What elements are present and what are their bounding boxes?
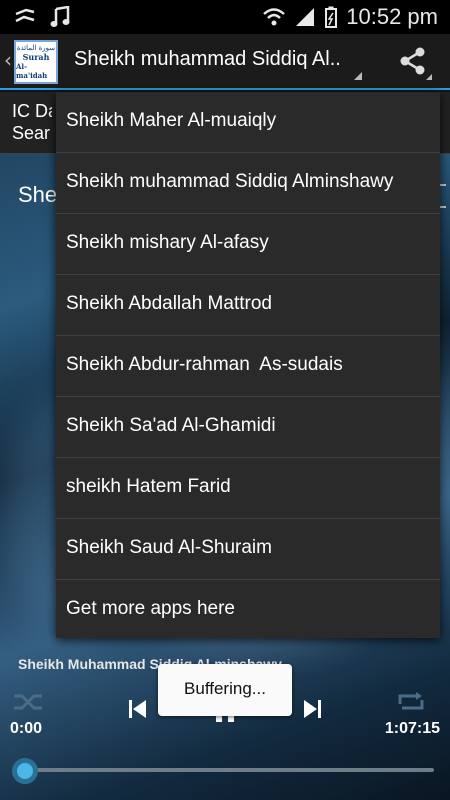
current-track-label: She	[18, 182, 58, 207]
wifi-icon	[263, 8, 286, 26]
back-chevron-icon[interactable]: ‹	[4, 48, 12, 72]
search-line-1: IC Da	[12, 101, 52, 121]
repeat-icon[interactable]	[396, 690, 426, 714]
menu-item[interactable]: sheikh Hatem Farid	[56, 458, 440, 519]
menu-item[interactable]: Sheikh Sa'ad Al-Ghamidi	[56, 397, 440, 458]
toast-text: Buffering...	[184, 679, 266, 698]
menu-item[interactable]: Sheikh Abdallah Mattrod	[56, 275, 440, 336]
search-line-2: Sear	[12, 123, 51, 143]
music-note-icon	[50, 6, 70, 27]
shuffle-icon[interactable]	[12, 690, 46, 714]
overflow-arrow-icon	[426, 74, 432, 80]
next-icon[interactable]	[302, 698, 322, 720]
cell-signal-icon	[296, 8, 315, 26]
share-icon[interactable]	[398, 46, 428, 76]
menu-item[interactable]: Sheikh muhammad Siddiq Alminshawy	[56, 153, 440, 214]
reciter-dropdown-menu: Sheikh Maher Al-muaiqly Sheikh muhammad …	[56, 92, 440, 638]
menu-item[interactable]: Sheikh Abdur-rahman As-sudais	[56, 336, 440, 397]
spinner-arrow-icon	[354, 72, 362, 80]
buffering-toast: Buffering...	[158, 664, 292, 716]
menu-item-more-apps[interactable]: Get more apps here	[56, 580, 440, 641]
menu-item[interactable]: Sheikh Saud Al-Shuraim	[56, 519, 440, 580]
menu-item[interactable]: Sheikh Maher Al-muaiqly	[56, 92, 440, 153]
menu-item[interactable]: Sheikh mishary Al-afasy	[56, 214, 440, 275]
app-logo[interactable]: سورة المائدة Surah Al-ma'idah	[14, 40, 58, 84]
reciter-spinner[interactable]: Sheikh muhammad Siddiq Al..	[74, 48, 364, 71]
previous-icon[interactable]	[128, 698, 148, 720]
total-time: 1:07:15	[384, 720, 440, 737]
battery-icon	[325, 6, 338, 28]
status-bar: 10:52 pm	[0, 0, 450, 34]
signal-sync-icon	[15, 8, 35, 23]
action-bar: ‹ سورة المائدة Surah Al-ma'idah Sheikh m…	[0, 34, 450, 90]
seek-thumb[interactable]	[12, 758, 38, 784]
elapsed-time: 0:00	[10, 720, 43, 737]
seek-bar[interactable]	[24, 768, 434, 772]
status-time: 10:52 pm	[346, 4, 438, 29]
search-text: IC Da	[12, 100, 52, 122]
